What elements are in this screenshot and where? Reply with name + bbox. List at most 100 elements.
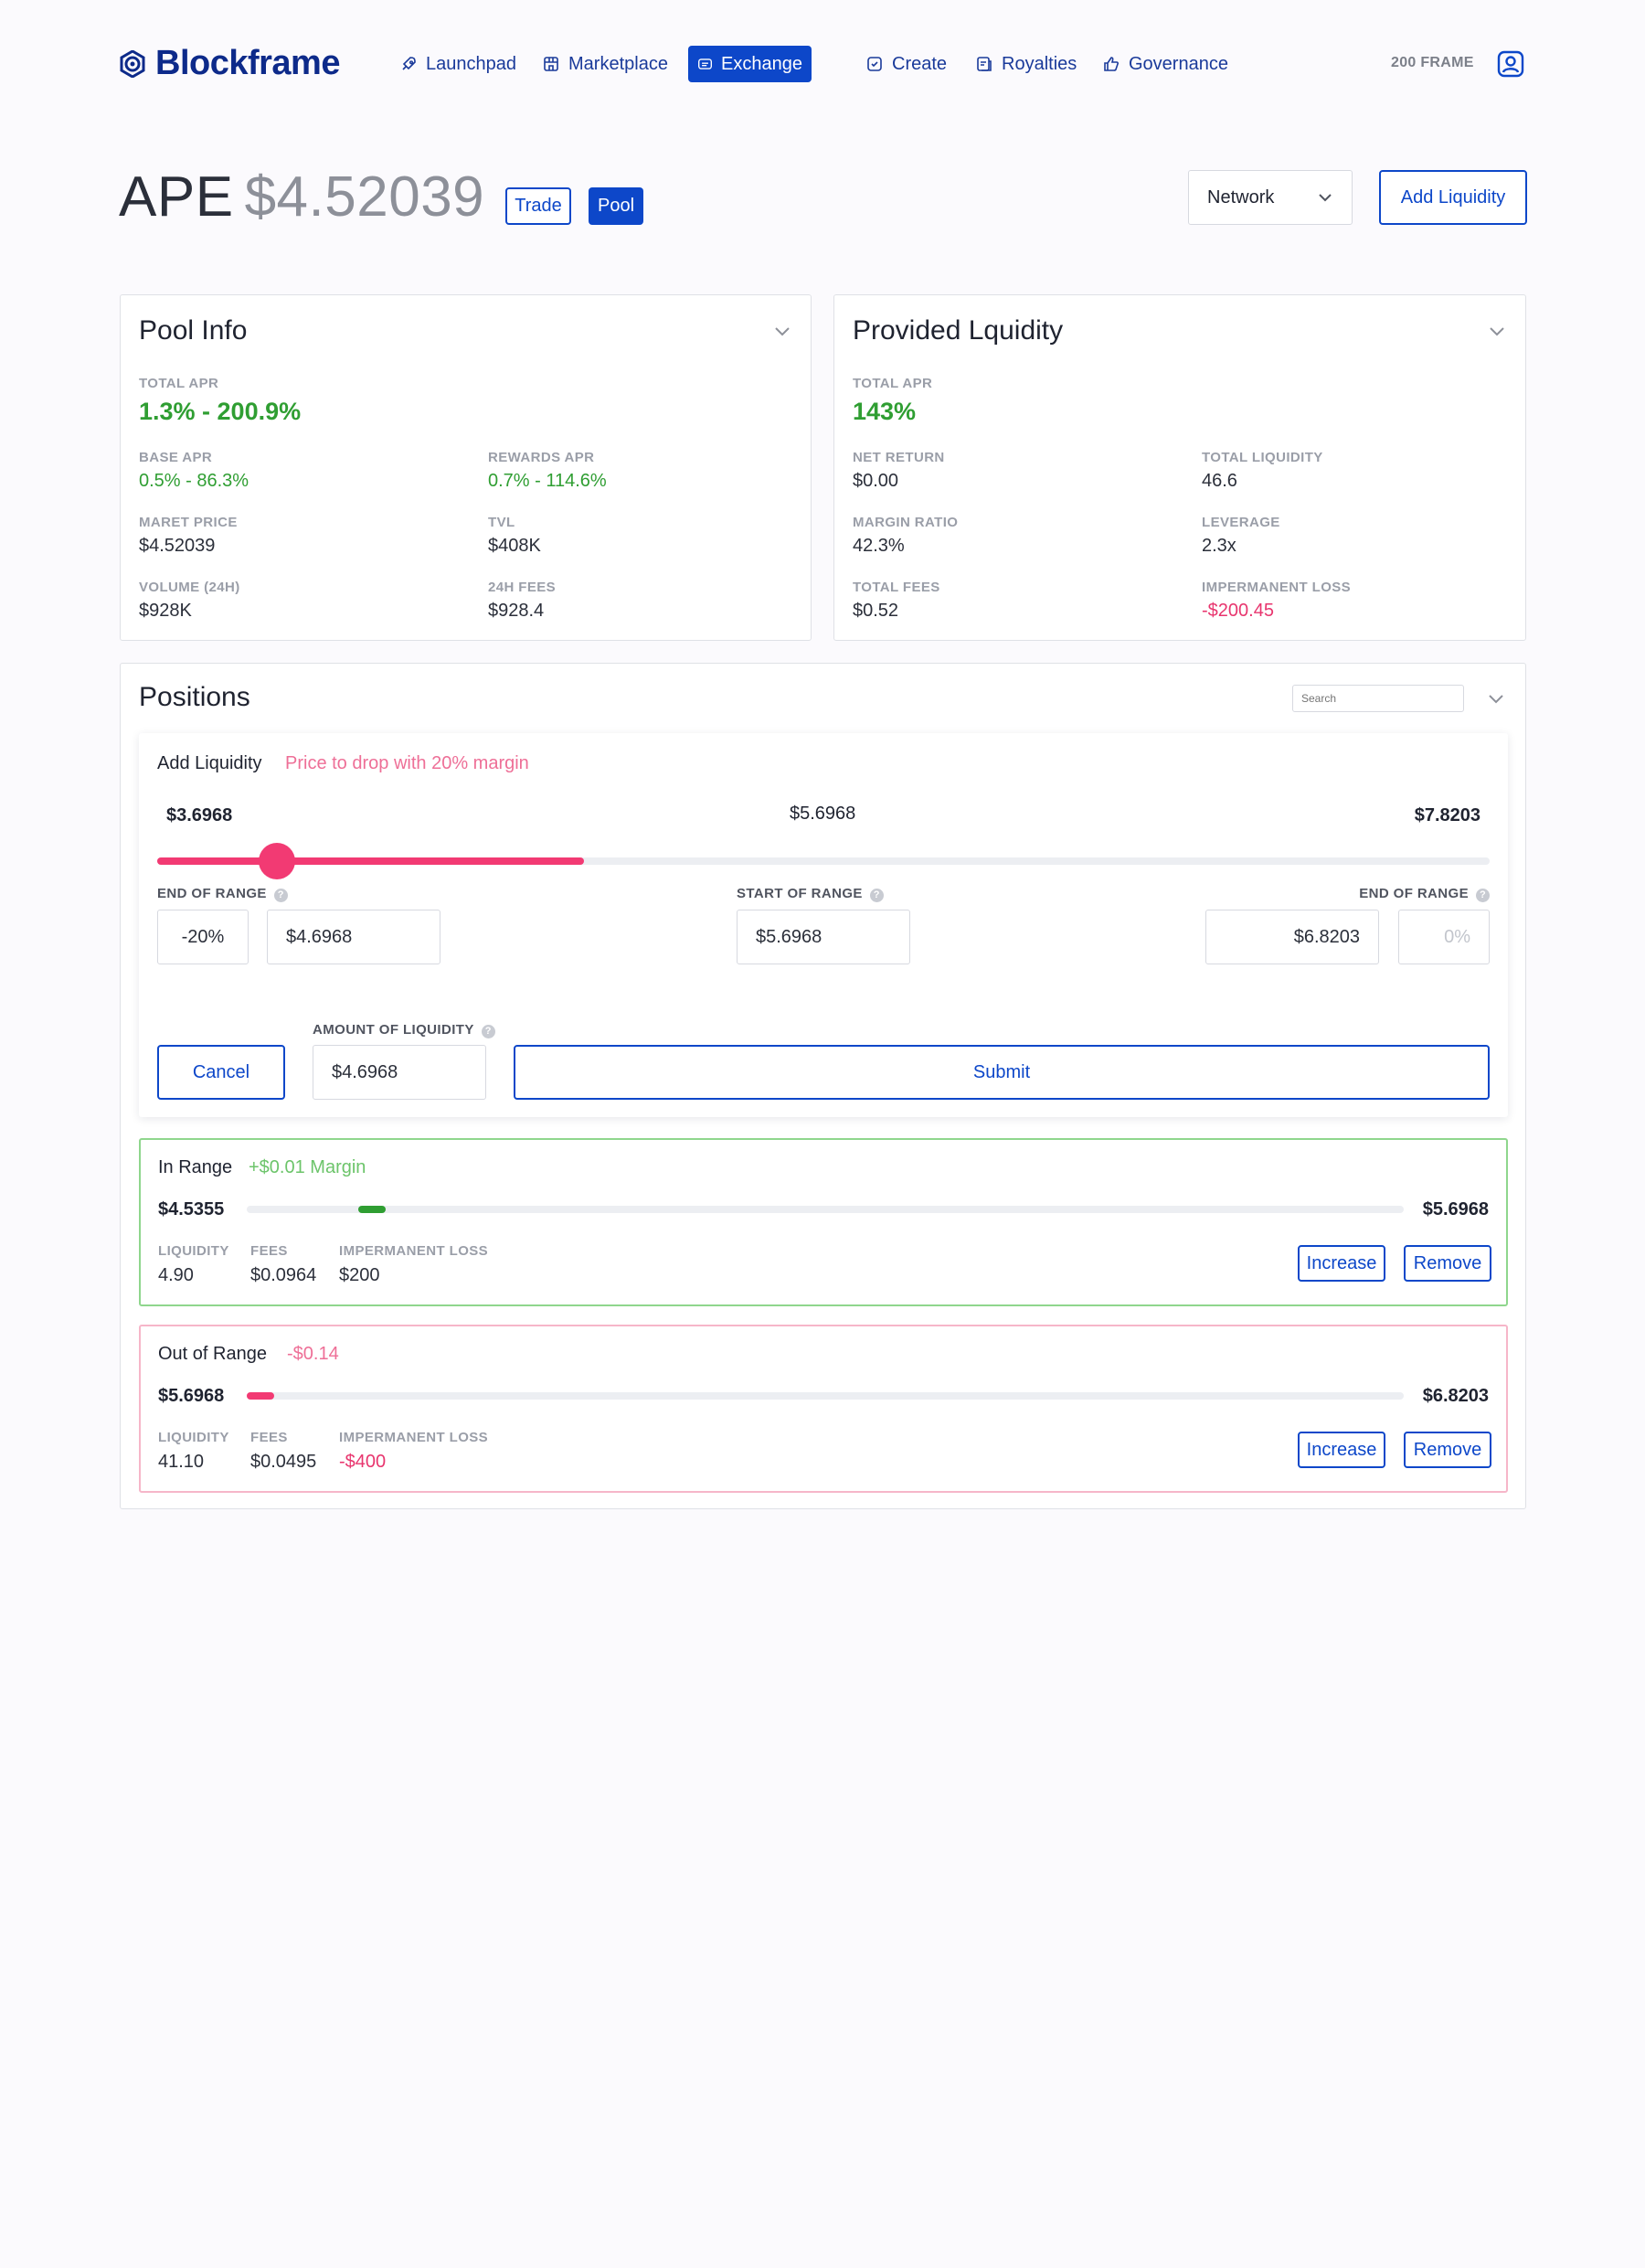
create-icon [867, 57, 882, 71]
exchange-icon [698, 59, 713, 69]
page-title: APE $4.52039 [119, 165, 484, 229]
net-return-value: $0.00 [853, 471, 899, 491]
in-range-title: In Range [158, 1157, 233, 1177]
pool-info-card: Pool Info TOTAL APR 1.3% - 200.9% BASE A… [120, 294, 812, 641]
fees-24h-value: $928.4 [488, 601, 545, 621]
nav-launchpad-label: Launchpad [426, 53, 516, 74]
chevron-down-icon[interactable] [772, 321, 792, 341]
provided-liquidity-card: Provided Lquidity TOTAL APR 143% NET RET… [833, 294, 1526, 641]
chevron-down-icon[interactable] [1486, 688, 1506, 708]
ticker-price: $4.52039 [244, 165, 485, 229]
total-apr-label: TOTAL APR [139, 376, 219, 391]
in-range-increase-button[interactable]: Increase [1298, 1245, 1385, 1282]
out-of-range-bar-marker [247, 1392, 274, 1400]
in-range-il-label: IMPERMANENT LOSS [339, 1243, 489, 1259]
range-min-price: $3.6968 [166, 805, 233, 825]
provided-liquidity-title: Provided Lquidity [853, 315, 1064, 346]
tab-trade[interactable]: Trade [505, 187, 571, 225]
help-icon[interactable]: ? [869, 889, 884, 902]
out-of-range-margin: -$0.14 [287, 1344, 339, 1364]
help-icon[interactable]: ? [273, 889, 288, 902]
margin-ratio-value: 42.3% [853, 536, 905, 556]
nav-royalties[interactable]: Royalties [966, 46, 1086, 82]
impermanent-loss-value: -$200.45 [1202, 601, 1274, 621]
end-range-price-input[interactable]: $4.6968 [267, 910, 440, 964]
amount-of-liquidity-input[interactable]: $4.6968 [313, 1045, 486, 1100]
end-range-percent-input[interactable]: -20% [157, 910, 249, 964]
add-liquidity-panel: Add Liquidity Price to drop with 20% mar… [139, 733, 1508, 1117]
in-range-margin: +$0.01 Margin [249, 1157, 366, 1177]
out-of-range-liquidity-label: LIQUIDITY [158, 1430, 229, 1445]
market-price-label: MARET PRICE [139, 515, 238, 530]
pool-info-title: Pool Info [139, 315, 248, 346]
tab-pool[interactable]: Pool [589, 187, 643, 225]
rewards-apr-value: 0.7% - 114.6% [488, 471, 607, 491]
range-mid-price: $5.6968 [790, 804, 856, 824]
amount-of-liquidity-label: AMOUNT OF LIQUIDITY? [313, 1022, 495, 1038]
out-of-range-il-value: -$400 [339, 1452, 387, 1472]
help-icon[interactable]: ? [1476, 889, 1490, 902]
volume-label: VOLUME (24H) [139, 580, 240, 595]
position-out-of-range: Out of Range -$0.14 $5.6968 $6.8203 LIQU… [139, 1325, 1508, 1493]
in-range-low-price: $4.5355 [158, 1199, 225, 1219]
add-liquidity-button[interactable]: Add Liquidity [1379, 170, 1527, 225]
in-range-bar-track [247, 1206, 1404, 1213]
in-range-remove-button[interactable]: Remove [1404, 1245, 1491, 1282]
out-of-range-increase-button[interactable]: Increase [1298, 1432, 1385, 1468]
nav-exchange[interactable]: Exchange [688, 46, 812, 82]
rewards-apr-label: REWARDS APR [488, 450, 595, 465]
provided-total-apr-value: 143% [853, 398, 917, 425]
range-max-price: $7.8203 [1414, 805, 1480, 825]
total-liquidity-value: 46.6 [1202, 471, 1237, 491]
base-apr-label: BASE APR [139, 450, 213, 465]
position-in-range: In Range +$0.01 Margin $4.5355 $5.6968 L… [139, 1138, 1508, 1306]
out-of-range-il-label: IMPERMANENT LOSS [339, 1430, 489, 1445]
range-slider-fill [157, 857, 584, 865]
nav-create-label: Create [892, 53, 948, 74]
out-of-range-bar-track [247, 1392, 1404, 1400]
add-liquidity-title: Add Liquidity [157, 753, 262, 773]
out-of-range-fees-label: FEES [250, 1430, 288, 1445]
fees-24h-label: 24H FEES [488, 580, 557, 595]
out-of-range-low-price: $5.6968 [158, 1386, 225, 1406]
cancel-button[interactable]: Cancel [157, 1045, 285, 1100]
provided-total-apr-label: TOTAL APR [853, 376, 933, 391]
end-range-right-percent-input[interactable]: 0% [1398, 910, 1490, 964]
out-of-range-remove-button[interactable]: Remove [1404, 1432, 1491, 1468]
nav-create[interactable]: Create [856, 46, 956, 82]
range-slider[interactable] [157, 843, 1490, 879]
impermanent-loss-label: IMPERMANENT LOSS [1202, 580, 1352, 595]
out-of-range-high-price: $6.8203 [1422, 1386, 1489, 1406]
store-icon [544, 57, 558, 71]
brand-logo[interactable]: Blockframe [119, 44, 340, 83]
network-select[interactable]: Network [1188, 170, 1353, 225]
help-icon[interactable]: ? [481, 1025, 495, 1038]
nav-marketplace[interactable]: Marketplace [533, 46, 677, 82]
user-icon [1497, 50, 1524, 78]
thumbs-up-icon [1104, 57, 1119, 71]
start-range-price-input[interactable]: $5.6968 [737, 910, 910, 964]
in-range-il-value: $200 [339, 1265, 380, 1285]
out-of-range-fees-value: $0.0495 [250, 1452, 317, 1472]
positions-search-input[interactable] [1292, 685, 1464, 712]
end-of-range-label: END OF RANGE? [157, 886, 288, 902]
end-range-right-price-input[interactable]: $6.8203 [1205, 910, 1379, 964]
network-select-label: Network [1207, 186, 1275, 208]
end-of-range-right-label: END OF RANGE? [1359, 886, 1490, 902]
in-range-liquidity-label: LIQUIDITY [158, 1243, 229, 1259]
account-button[interactable] [1497, 50, 1524, 78]
nav-exchange-label: Exchange [721, 53, 802, 74]
leverage-value: 2.3x [1202, 536, 1236, 556]
blockframe-logo-icon [120, 49, 145, 78]
range-slider-handle[interactable] [259, 843, 295, 879]
leverage-label: LEVERAGE [1202, 515, 1280, 530]
tvl-value: $408K [488, 536, 541, 556]
chevron-down-icon[interactable] [1487, 321, 1507, 341]
nav-governance[interactable]: Governance [1093, 46, 1237, 82]
tvl-label: TVL [488, 515, 515, 530]
in-range-fees-label: FEES [250, 1243, 288, 1259]
nav-launchpad[interactable]: Launchpad [390, 46, 525, 82]
positions-title: Positions [139, 682, 250, 712]
submit-button[interactable]: Submit [514, 1045, 1490, 1100]
base-apr-value: 0.5% - 86.3% [139, 471, 249, 491]
